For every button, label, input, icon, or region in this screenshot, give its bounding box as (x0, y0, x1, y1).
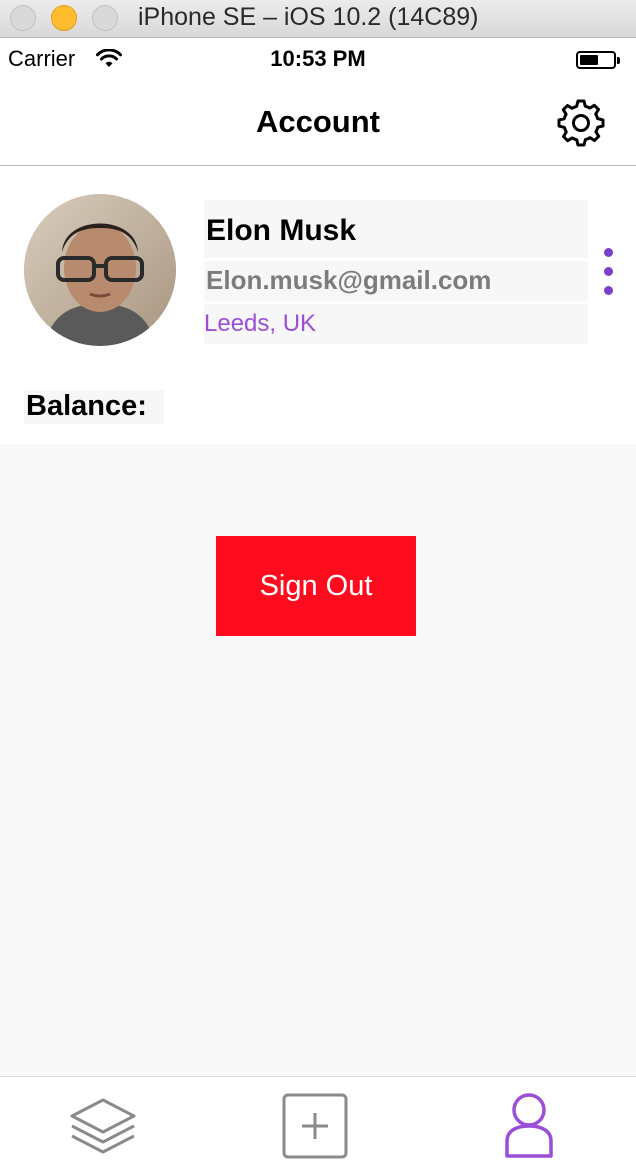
more-options-icon[interactable] (600, 248, 616, 295)
window-minimize-button[interactable] (51, 5, 77, 31)
battery-icon (576, 51, 620, 69)
simulator-title-bar: iPhone SE – iOS 10.2 (14C89) (0, 0, 636, 38)
profile-email: Elon.musk@gmail.com (204, 261, 588, 301)
tab-bar (0, 1076, 636, 1174)
sign-out-button[interactable]: Sign Out (216, 536, 416, 636)
gear-icon[interactable] (556, 98, 606, 148)
profile-location: Leeds, UK (204, 304, 588, 344)
avatar-photo (24, 194, 176, 346)
balance-label: Balance: (24, 390, 164, 424)
tab-add[interactable] (275, 1091, 355, 1161)
window-zoom-button[interactable] (92, 5, 118, 31)
page-title: Account (256, 104, 380, 139)
window-close-button[interactable] (10, 5, 36, 31)
status-time: 10:53 PM (270, 46, 366, 71)
profile-name: Elon Musk (204, 200, 588, 258)
tab-feed[interactable] (63, 1091, 143, 1161)
avatar[interactable] (24, 194, 176, 346)
person-icon (505, 1093, 553, 1158)
layers-icon (70, 1098, 136, 1154)
tab-account[interactable] (489, 1091, 569, 1161)
add-square-icon (282, 1093, 348, 1159)
window-title: iPhone SE – iOS 10.2 (14C89) (138, 3, 479, 31)
navigation-bar: Account (0, 80, 636, 166)
status-bar: Carrier 10:53 PM (0, 38, 636, 80)
profile-card: Elon Musk Elon.musk@gmail.com Leeds, UK … (0, 166, 636, 444)
